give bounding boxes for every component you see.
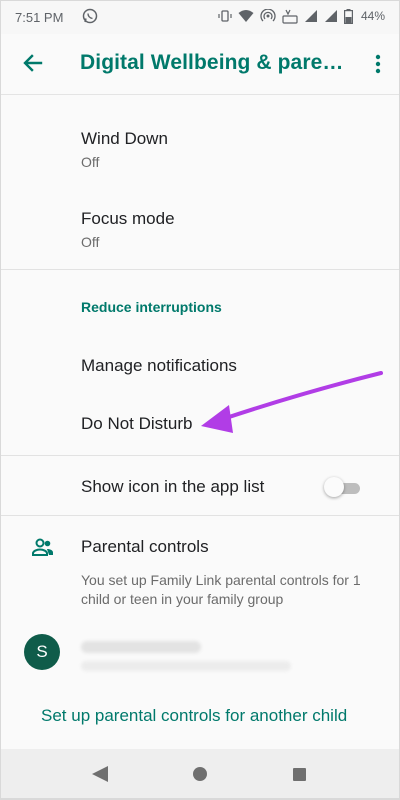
status-time: 7:51 PM [15,10,64,25]
annotation-arrow [201,371,383,433]
navigation-bar [1,749,399,798]
vibrate-icon [218,10,232,22]
show-icon-label: Show icon in the app list [81,477,265,496]
more-vert-icon[interactable] [373,52,383,76]
supervisor-account-icon [32,538,53,556]
volte-icon [282,9,298,24]
status-bar: 7:51 PM 44% [1,1,399,34]
wind-down-title: Wind Down [81,129,168,148]
child-name-redacted [81,641,201,653]
app-bar: Digital Wellbeing & parental controls [1,34,399,95]
manage-notifications-item[interactable]: Manage notifications [81,356,237,376]
section-header-reduce-interruptions: Reduce interruptions [81,299,222,315]
parental-controls-description: You set up Family Link parental controls… [81,572,361,607]
arrow-back-icon[interactable] [21,51,45,75]
child-avatar[interactable]: S [24,634,60,670]
status-icons: 44% [218,8,385,24]
nav-recents-icon[interactable] [293,768,306,781]
signal-icon [304,10,317,22]
whatsapp-icon [82,8,98,24]
divider [1,515,399,516]
child-email-redacted [81,661,291,671]
signal-icon [324,10,337,22]
focus-mode-status: Off [81,234,100,250]
nav-back-icon[interactable] [91,766,109,782]
nav-home-icon[interactable] [193,767,207,781]
wifi-icon [238,10,254,22]
do-not-disturb-item[interactable]: Do Not Disturb [81,414,192,434]
focus-mode-title: Focus mode [81,209,175,228]
do-not-disturb-label: Do Not Disturb [81,414,193,433]
parental-controls-title: Parental controls [81,537,209,556]
divider [1,455,399,456]
divider [1,269,399,270]
wind-down-item[interactable]: Wind Down Off [81,129,168,170]
toggle-thumb [324,477,344,497]
focus-mode-item[interactable]: Focus mode Off [81,209,175,250]
show-icon-toggle[interactable] [324,477,362,499]
page-title: Digital Wellbeing & parental controls [80,51,350,74]
battery-icon [343,8,353,24]
setup-parental-controls-link[interactable]: Set up parental controls for another chi… [41,706,347,726]
wind-down-status: Off [81,154,100,170]
show-icon-item[interactable]: Show icon in the app list [81,477,264,497]
parental-controls-item[interactable]: Parental controls [81,537,209,557]
battery-percent: 44% [360,9,385,23]
hotspot-icon [260,9,276,22]
manage-notifications-label: Manage notifications [81,356,237,375]
screen: 7:51 PM 44% Digital Wellbeing & parent W… [1,1,399,798]
